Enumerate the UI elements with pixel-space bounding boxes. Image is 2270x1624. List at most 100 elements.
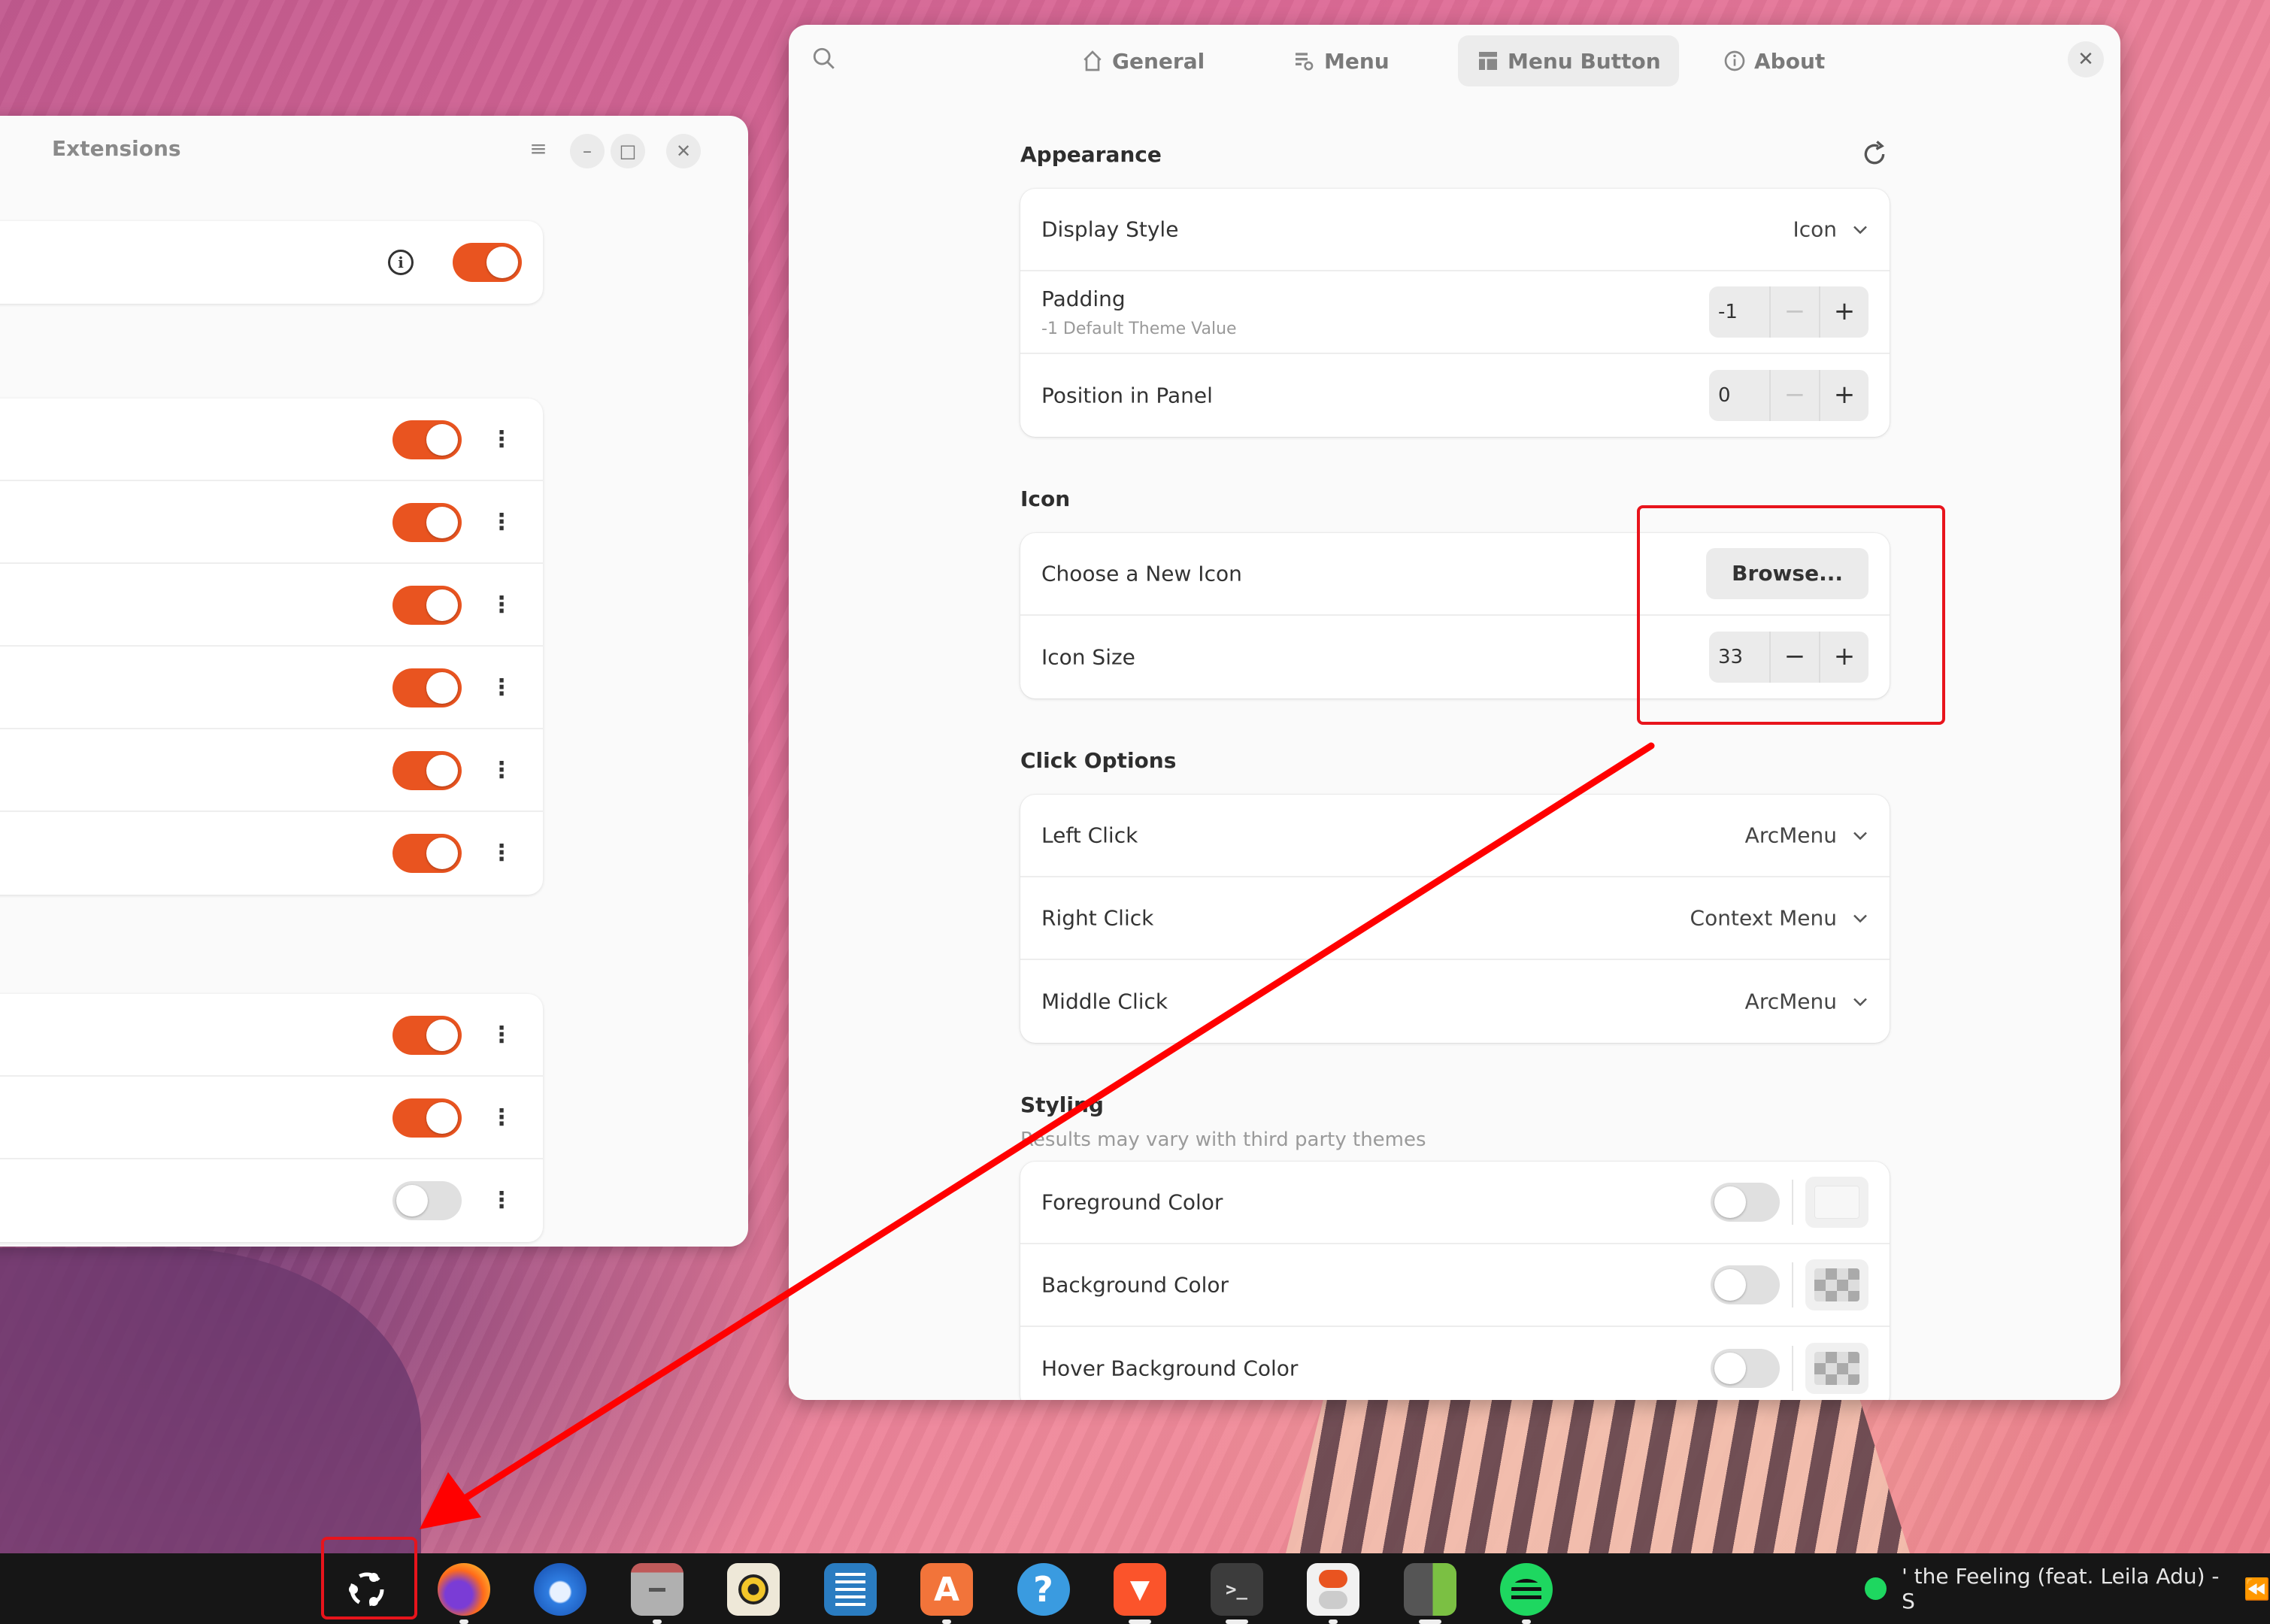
padding-spinbutton[interactable]: -1 − + [1709, 286, 1868, 338]
extensions-list-user: ⋮ ⋮ ⋮ ⋮ ⋮ ⋮ [0, 398, 543, 895]
dock-item-terminal[interactable]: >_ [1208, 1561, 1265, 1624]
middle-click-row[interactable]: Middle Click ArcMenu [1020, 960, 1890, 1043]
extensions-icon [1403, 1563, 1456, 1616]
extension-toggle[interactable] [392, 503, 462, 542]
ubuntu-logo-icon [341, 1563, 393, 1616]
increment-button[interactable]: + [1819, 286, 1868, 338]
position-value[interactable]: 0 [1709, 370, 1769, 421]
icon-size-spinbutton[interactable]: 33 − + [1709, 632, 1868, 683]
dock-item-extensions[interactable] [1402, 1561, 1459, 1624]
left-click-row[interactable]: Left Click ArcMenu [1020, 795, 1890, 877]
tab-about[interactable]: About [1705, 35, 1843, 86]
increment-button[interactable]: + [1819, 370, 1868, 421]
choose-icon-row: Choose a New Icon Browse... [1020, 533, 1890, 616]
extensions-window: Extensions ≡ – □ ✕ i ⋮ ⋮ ⋮ ⋮ ⋮ ⋮ ⋮ ⋮ ⋮ [0, 116, 748, 1247]
dock-item-app-center[interactable]: A [918, 1561, 975, 1624]
extension-toggle[interactable] [392, 668, 462, 707]
dock-item-settings[interactable] [1305, 1561, 1362, 1624]
extension-toggle[interactable] [392, 1181, 462, 1220]
color-control [1711, 1177, 1868, 1228]
browse-button[interactable]: Browse... [1706, 548, 1868, 599]
more-options-icon[interactable]: ⋮ [490, 838, 513, 868]
more-options-icon[interactable]: ⋮ [490, 673, 513, 703]
reset-icon[interactable] [1859, 139, 1890, 169]
more-options-icon[interactable]: ⋮ [490, 1020, 513, 1050]
color-picker-button[interactable] [1805, 1259, 1868, 1310]
display-style-row[interactable]: Display Style Icon [1020, 189, 1890, 271]
more-options-icon[interactable]: ⋮ [490, 756, 513, 786]
tab-menu[interactable]: Menu [1274, 35, 1408, 86]
extension-toggle[interactable] [392, 751, 462, 790]
color-picker-button[interactable] [1805, 1177, 1868, 1228]
brave-icon: ▼ [1114, 1563, 1166, 1616]
display-style-dropdown[interactable]: Icon [1793, 217, 1868, 242]
home-icon [1083, 50, 1102, 71]
close-button[interactable]: ✕ [2068, 41, 2104, 77]
close-button[interactable]: ✕ [666, 134, 701, 168]
dock-item-libreoffice-writer[interactable] [822, 1561, 879, 1618]
menu-button-icon [1479, 52, 1497, 70]
dock-item-brave[interactable]: ▼ [1111, 1561, 1168, 1624]
extension-toggle[interactable] [392, 586, 462, 625]
media-indicator[interactable]: ' the Feeling (feat. Leila Adu) - S ⏪ [1865, 1553, 2270, 1624]
middle-click-dropdown[interactable]: ArcMenu [1745, 989, 1868, 1014]
tab-menu-button[interactable]: Menu Button [1458, 35, 1679, 86]
decrement-button[interactable]: − [1769, 370, 1819, 421]
rhythmbox-icon [727, 1563, 780, 1616]
decrement-button[interactable]: − [1769, 632, 1819, 683]
right-click-dropdown[interactable]: Context Menu [1690, 906, 1868, 931]
running-indicator [459, 1619, 468, 1624]
styling-card: Foreground Color Background Color Hover Ba… [1020, 1162, 1890, 1400]
extension-card-top: i [0, 221, 543, 304]
menu-settings-icon [1296, 53, 1314, 71]
click-options-card: Left Click ArcMenu Right Click Context M… [1020, 795, 1890, 1043]
color-picker-button[interactable] [1805, 1343, 1868, 1394]
extension-toggle[interactable] [392, 420, 462, 459]
more-options-icon[interactable]: ⋮ [490, 590, 513, 620]
color-enable-toggle[interactable] [1711, 1265, 1780, 1304]
previous-track-icon[interactable]: ⏪ [2244, 1577, 2270, 1601]
hamburger-menu-icon[interactable]: ≡ [528, 138, 549, 159]
color-swatch [1814, 1268, 1859, 1301]
dock-item-rhythmbox[interactable] [725, 1561, 782, 1618]
extension-toggle[interactable] [392, 1016, 462, 1055]
minimize-button[interactable]: – [570, 134, 605, 168]
dock-item-thunderbird[interactable] [532, 1561, 589, 1618]
dock-item-ubuntu-menu[interactable] [338, 1561, 396, 1618]
decrement-button[interactable]: − [1769, 286, 1819, 338]
padding-value[interactable]: -1 [1709, 286, 1769, 338]
more-options-icon[interactable]: ⋮ [490, 1103, 513, 1133]
more-options-icon[interactable]: ⋮ [490, 508, 513, 538]
divider [1792, 1346, 1793, 1391]
increment-button[interactable]: + [1819, 632, 1868, 683]
icon-size-value[interactable]: 33 [1709, 632, 1769, 683]
dock-item-help[interactable]: ? [1015, 1561, 1072, 1618]
position-spinbutton[interactable]: 0 − + [1709, 370, 1868, 421]
window-title: Extensions [52, 136, 181, 161]
right-click-row[interactable]: Right Click Context Menu [1020, 877, 1890, 960]
info-icon[interactable]: i [388, 250, 414, 275]
tab-general[interactable]: General [1062, 35, 1223, 86]
padding-row: Padding -1 Default Theme Value -1 − + [1020, 271, 1890, 354]
extension-toggle[interactable] [453, 243, 522, 282]
running-indicator [1129, 1619, 1151, 1624]
extension-toggle[interactable] [392, 834, 462, 873]
more-options-icon[interactable]: ⋮ [490, 1186, 513, 1216]
firefox-icon [437, 1563, 490, 1616]
taskbar: A? ▼ >_ ' the Feeling (feat. Leila Adu) - … [0, 1553, 2270, 1624]
arcmenu-settings-window: General Menu Menu Button About ✕ Appeara… [789, 25, 2120, 1400]
left-click-dropdown[interactable]: ArcMenu [1745, 823, 1868, 848]
extension-toggle[interactable] [392, 1098, 462, 1138]
extension-row: ⋮ [0, 812, 543, 895]
dock-item-spotify[interactable] [1498, 1561, 1555, 1624]
thunderbird-icon [534, 1563, 586, 1616]
color-enable-toggle[interactable] [1711, 1183, 1780, 1222]
styling-row: Background Color [1020, 1244, 1890, 1327]
app-center-icon: A [920, 1563, 973, 1616]
dock-item-files[interactable] [629, 1561, 686, 1624]
maximize-button[interactable]: □ [611, 134, 645, 168]
dock-item-firefox[interactable] [435, 1561, 492, 1624]
color-enable-toggle[interactable] [1711, 1349, 1780, 1388]
more-options-icon[interactable]: ⋮ [490, 425, 513, 455]
section-title-icon: Icon [1020, 486, 1071, 511]
